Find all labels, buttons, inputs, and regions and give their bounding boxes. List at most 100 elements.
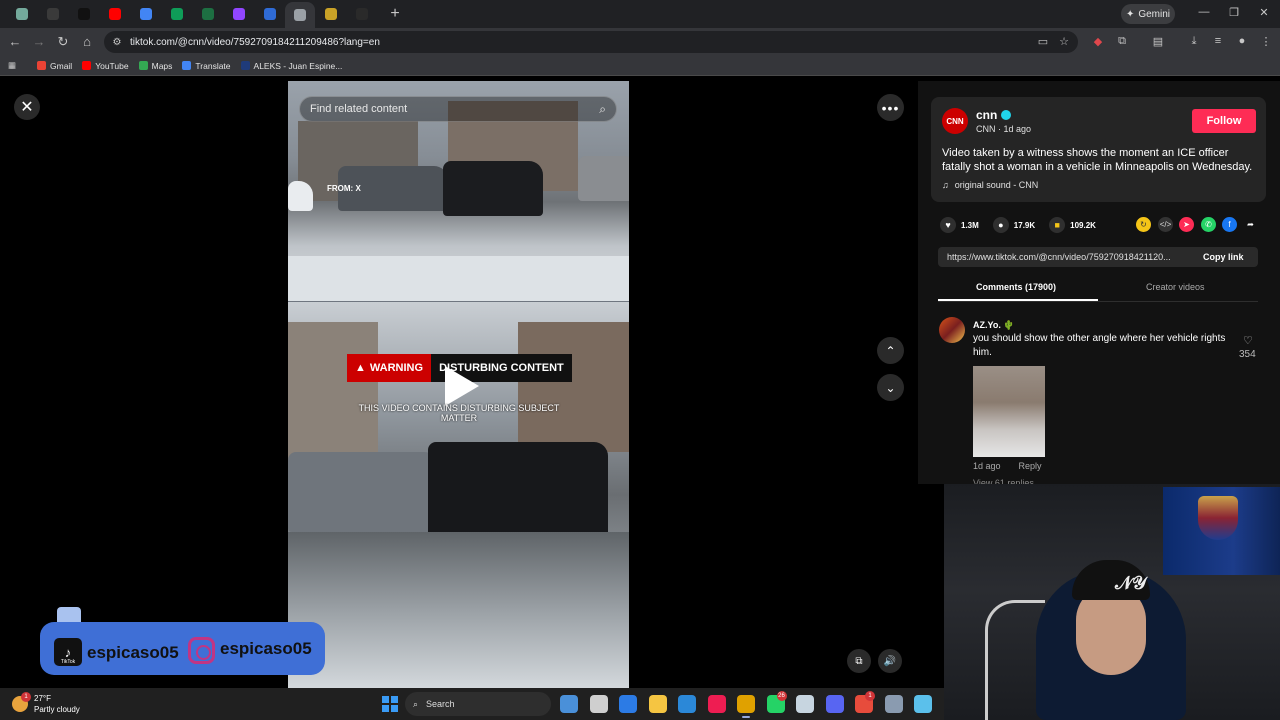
bookmark-item[interactable]: ALEKS - Juan Espine... xyxy=(240,61,342,71)
instagram-handle: espicaso05 xyxy=(220,639,312,658)
downloads-icon[interactable]: ⤓ xyxy=(1186,35,1202,48)
reading-list-icon[interactable]: ≡ xyxy=(1210,35,1226,47)
close-window-icon[interactable]: ✕ xyxy=(1256,6,1272,19)
maps-icon xyxy=(138,61,148,70)
back-icon[interactable]: ← xyxy=(7,34,23,49)
fcb-crest xyxy=(1198,496,1238,540)
home-icon[interactable]: ⌂ xyxy=(79,34,95,49)
bookmark-item[interactable]: Maps xyxy=(138,61,172,71)
captions-icon[interactable]: ⧉ xyxy=(847,649,871,673)
follow-button[interactable]: Follow xyxy=(1192,109,1256,133)
profile-avatar[interactable]: ● xyxy=(1234,35,1250,47)
instagram-logo-icon xyxy=(188,637,215,664)
previous-video-button[interactable]: ⌃ xyxy=(877,337,904,364)
browser-tab[interactable] xyxy=(68,2,99,26)
warning-triangle-icon: ▲ xyxy=(355,362,366,374)
menu-kebab-icon[interactable]: ⋮ xyxy=(1258,35,1274,48)
share-url[interactable]: https://www.tiktok.com/@cnn/video/759270… xyxy=(947,252,1193,262)
find-related-search[interactable]: Find related content ⌕ xyxy=(299,96,617,122)
sound-link[interactable]: ♫ original sound - CNN xyxy=(942,180,1038,190)
facebook-icon[interactable]: f xyxy=(1222,217,1237,232)
browser-tab[interactable] xyxy=(99,2,130,26)
like-button[interactable]: ♥ 1.3M xyxy=(940,217,979,233)
comment-reply-button[interactable]: Reply xyxy=(1019,461,1042,471)
copilot-icon[interactable] xyxy=(560,695,578,713)
browser-tab[interactable] xyxy=(192,2,223,26)
store-icon[interactable] xyxy=(678,695,696,713)
close-video-button[interactable]: ✕ xyxy=(14,94,40,120)
tab-comments[interactable]: Comments (17900) xyxy=(976,282,1056,292)
commenter-username[interactable]: AZ.Yo. 🌵 xyxy=(973,320,1015,331)
engagement-bar: ♥ 1.3M ● 17.9K ■ 109.2K xyxy=(940,216,1110,234)
browser-tab[interactable] xyxy=(346,2,377,26)
new-tab-button[interactable]: + xyxy=(383,5,407,23)
comment-heart-icon[interactable]: ♡ xyxy=(1243,334,1253,347)
notepad-icon[interactable] xyxy=(914,695,932,713)
chrome-icon[interactable] xyxy=(737,695,755,718)
comment-image[interactable] xyxy=(973,366,1045,457)
forward-icon[interactable]: → xyxy=(31,34,47,49)
browser-tab[interactable] xyxy=(37,2,68,26)
bookmark-star-icon[interactable]: ☆ xyxy=(1056,35,1072,48)
restore-icon[interactable]: ❐ xyxy=(1226,6,1242,19)
save-button[interactable]: ■ 109.2K xyxy=(1049,217,1096,233)
comment-meta: 1d ago Reply xyxy=(973,461,1042,471)
comment-button[interactable]: ● 17.9K xyxy=(992,217,1036,233)
tab-creator-videos[interactable]: Creator videos xyxy=(1146,282,1205,292)
apps-grid-icon[interactable]: ▦ xyxy=(8,60,17,71)
bookmark-item[interactable]: YouTube xyxy=(82,61,129,71)
twitch-icon xyxy=(232,8,245,20)
tiktok-handle: espicaso05 xyxy=(87,643,179,662)
settings-icon[interactable] xyxy=(884,695,903,713)
share-arrow-icon[interactable]: ➦ xyxy=(1243,217,1258,232)
task-view-icon[interactable] xyxy=(589,695,608,713)
tiktok-icon xyxy=(77,8,90,20)
play-icon[interactable] xyxy=(445,366,479,406)
more-options-button[interactable]: ••• xyxy=(877,94,904,121)
taskbar-search[interactable]: ⌕ Search xyxy=(405,692,551,716)
next-video-button[interactable]: ⌄ xyxy=(877,374,904,401)
site-info-icon[interactable]: ⚙ xyxy=(110,37,124,48)
browser-tab[interactable] xyxy=(161,2,192,26)
commenter-avatar[interactable] xyxy=(939,317,965,343)
browser-tab[interactable] xyxy=(223,2,254,26)
embed-icon[interactable]: </> xyxy=(1158,217,1173,232)
extensions-puzzle-icon[interactable]: ⧉ xyxy=(1114,35,1130,48)
address-bar[interactable]: ⚙ tiktok.com/@cnn/video/7592709184211209… xyxy=(104,31,1078,53)
cast-icon[interactable]: ▭ xyxy=(1035,35,1051,48)
discord-icon[interactable] xyxy=(825,695,844,713)
tiktok-icon[interactable] xyxy=(707,695,726,713)
tab-icon xyxy=(355,8,368,20)
author-username[interactable]: cnn xyxy=(976,108,997,122)
browser-tab[interactable] xyxy=(285,2,315,28)
heart-icon: ♥ xyxy=(940,217,956,233)
steam-icon[interactable] xyxy=(796,695,814,713)
bookmark-item[interactable]: Gmail xyxy=(37,61,72,71)
copy-link-button[interactable]: Copy link xyxy=(1203,252,1244,262)
bookmark-icon: ■ xyxy=(1049,217,1066,233)
extension-icon[interactable]: ◆ xyxy=(1090,35,1106,48)
file-explorer-icon[interactable] xyxy=(648,695,667,713)
send-icon[interactable]: ➤ xyxy=(1179,217,1194,232)
comment-icon: ● xyxy=(992,217,1009,233)
browser-tab[interactable] xyxy=(130,2,161,26)
verified-badge-icon xyxy=(1001,110,1011,120)
post-description: Video taken by a witness shows the momen… xyxy=(942,147,1253,173)
bookmark-item[interactable]: Translate xyxy=(182,61,231,71)
minimize-icon[interactable]: — xyxy=(1196,6,1212,18)
browser-tab[interactable] xyxy=(315,2,346,26)
gemini-button[interactable]: ✦ Gemini xyxy=(1121,4,1175,24)
repost-icon[interactable]: ↻ xyxy=(1136,217,1151,232)
whatsapp-icon[interactable]: ✆ xyxy=(1201,217,1216,232)
browser-tab[interactable] xyxy=(254,2,285,26)
reload-icon[interactable]: ↻ xyxy=(55,34,71,50)
comment-count: 17.9K xyxy=(1013,220,1036,230)
search-icon[interactable]: ⌕ xyxy=(599,102,606,117)
sidebar-icon[interactable]: ▤ xyxy=(1150,35,1166,48)
start-button[interactable] xyxy=(382,696,398,712)
author-avatar[interactable]: CNN xyxy=(942,108,968,134)
m365-icon[interactable] xyxy=(619,695,637,713)
volume-icon[interactable]: 🔊 xyxy=(878,649,902,673)
author-subline: CNN · 1d ago xyxy=(976,124,1032,134)
browser-tab[interactable] xyxy=(6,2,37,26)
